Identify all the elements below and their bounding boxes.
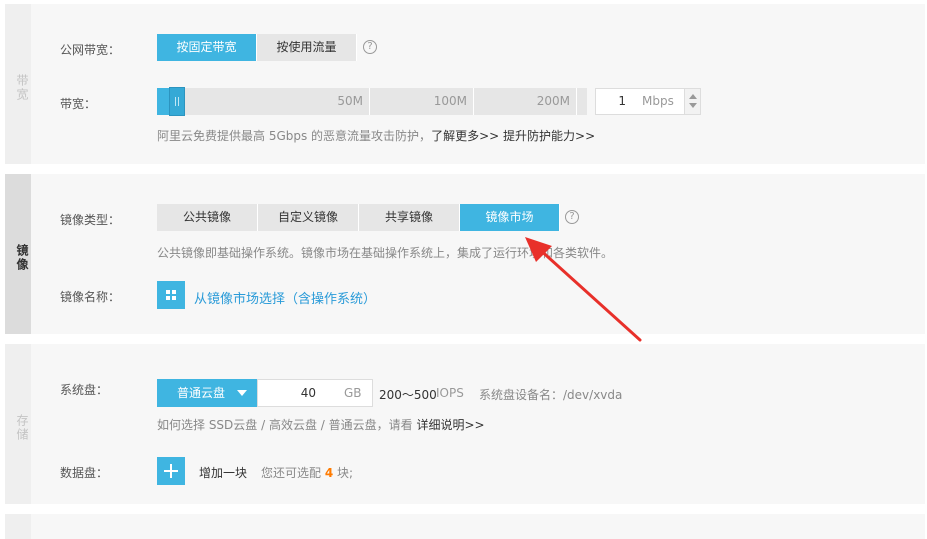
disk-size-value[interactable]: 40 bbox=[258, 380, 316, 406]
slider-handle[interactable] bbox=[169, 87, 185, 116]
remaining-count: 4 bbox=[324, 466, 334, 480]
disk-hint-text: 如何选择 SSD云盘 / 高效云盘 / 普通云盘，请看 bbox=[157, 418, 413, 432]
bandwidth-value[interactable]: 1 bbox=[596, 89, 626, 114]
image-name-label: 镜像名称： bbox=[60, 290, 121, 304]
ddos-protection-hint: 阿里云免费提供最高 5Gbps 的恶意流量攻击防护，了解更多>> 提升防护能力>… bbox=[157, 127, 595, 144]
image-type-market-button[interactable]: 镜像市场 bbox=[460, 204, 560, 231]
remaining-disks: 您还可选配 4 块; bbox=[261, 464, 353, 481]
system-disk-device: 系统盘设备名：/dev/xvda bbox=[479, 388, 623, 402]
remaining-prefix: 您还可选配 bbox=[261, 466, 322, 480]
disk-choice-hint: 如何选择 SSD云盘 / 高效云盘 / 普通云盘，请看 详细说明>> bbox=[157, 416, 485, 433]
section-tab-storage[interactable]: 存储 bbox=[5, 344, 31, 504]
slider-tick-100m: 100M bbox=[370, 88, 474, 115]
ddos-hint-text: 阿里云免费提供最高 5Gbps 的恶意流量攻击防护， bbox=[157, 129, 432, 143]
remaining-suffix: 块; bbox=[337, 466, 354, 480]
public-bandwidth-label: 公网带宽： bbox=[60, 43, 121, 57]
plus-icon[interactable] bbox=[157, 457, 185, 485]
bandwidth-value-input[interactable]: 1 Mbps bbox=[595, 88, 701, 115]
detail-link[interactable]: 详细说明>> bbox=[416, 418, 484, 432]
disk-type-value: 普通云盘 bbox=[177, 386, 226, 400]
disk-type-dropdown[interactable]: 普通云盘 bbox=[157, 379, 257, 407]
bandwidth-label: 带宽： bbox=[60, 97, 97, 111]
image-type-group: 公共镜像 自定义镜像 共享镜像 镜像市场 bbox=[157, 204, 560, 231]
bandwidth-slider[interactable]: 50M 100M 200M bbox=[157, 87, 587, 116]
bandwidth-unit: Mbps bbox=[642, 94, 674, 108]
iops-range: 200～500 bbox=[379, 388, 437, 402]
iops-unit: IOPS bbox=[436, 386, 464, 400]
slider-tick-200m: 200M bbox=[474, 88, 577, 115]
disk-size-input[interactable]: 40 GB bbox=[257, 379, 373, 407]
section-tab-image-label: 镜像 bbox=[15, 244, 29, 272]
billing-by-traffic-button[interactable]: 按使用流量 bbox=[257, 34, 357, 61]
disk-size-unit: GB bbox=[344, 386, 362, 400]
section-tab-storage-label: 存储 bbox=[15, 414, 29, 442]
stepper-down-icon[interactable] bbox=[689, 103, 697, 108]
bandwidth-stepper[interactable] bbox=[684, 89, 700, 114]
select-from-market-link[interactable]: 从镜像市场选择（含操作系统） bbox=[194, 288, 376, 307]
billing-fixed-bandwidth-button[interactable]: 按固定带宽 bbox=[157, 34, 257, 61]
image-type-custom-button[interactable]: 自定义镜像 bbox=[258, 204, 359, 231]
section-tab-bandwidth[interactable]: 带宽 bbox=[5, 4, 31, 164]
system-disk-label: 系统盘： bbox=[60, 383, 109, 397]
question-circle-icon[interactable]: ? bbox=[565, 210, 579, 224]
image-type-label: 镜像类型： bbox=[60, 213, 121, 227]
section-tab-bandwidth-label: 带宽 bbox=[15, 74, 29, 102]
add-disk-button[interactable]: 增加一块 bbox=[199, 464, 247, 481]
stepper-up-icon[interactable] bbox=[689, 94, 697, 99]
improve-protection-link[interactable]: 提升防护能力>> bbox=[503, 129, 595, 143]
question-circle-icon[interactable]: ? bbox=[363, 40, 377, 54]
data-disk-label: 数据盘： bbox=[60, 466, 109, 480]
caret-down-icon bbox=[237, 390, 247, 396]
image-type-shared-button[interactable]: 共享镜像 bbox=[359, 204, 460, 231]
image-type-hint: 公共镜像即基础操作系统。镜像市场在基础操作系统上，集成了运行环境和各类软件。 bbox=[157, 246, 614, 260]
billing-mode-group: 按固定带宽 按使用流量 bbox=[157, 34, 357, 61]
section-tab-next[interactable] bbox=[5, 514, 31, 539]
slider-tick-50m: 50M bbox=[185, 88, 370, 115]
grid-icon[interactable] bbox=[157, 281, 185, 309]
image-type-public-button[interactable]: 公共镜像 bbox=[157, 204, 258, 231]
learn-more-link[interactable]: 了解更多>> bbox=[431, 129, 499, 143]
next-section bbox=[5, 514, 925, 539]
section-tab-image[interactable]: 镜像 bbox=[5, 174, 31, 334]
